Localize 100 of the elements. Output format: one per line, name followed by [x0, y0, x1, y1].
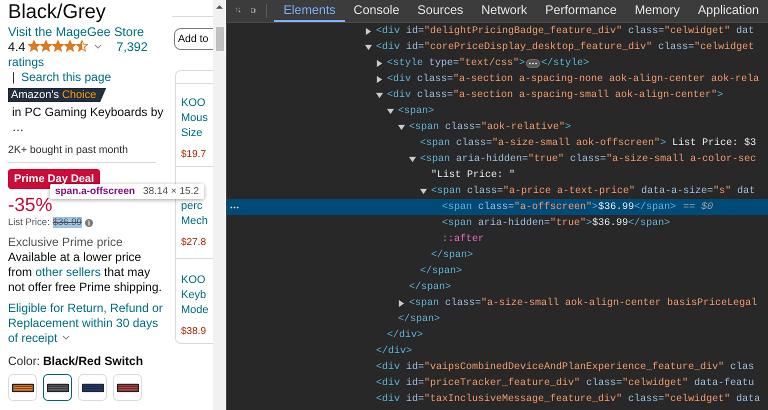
star-icon: [28, 40, 40, 52]
product-price: $38.9: [181, 326, 208, 337]
star-icon: [76, 40, 88, 52]
dom-node-row[interactable]: <div class="a-section a-spacing-none aok-align-center aok-rela: [227, 71, 768, 87]
expand-toggle-icon[interactable]: [409, 156, 416, 162]
tooltip-size: 38.14 × 15.2: [143, 186, 199, 197]
dom-node-row[interactable]: <div class="a-section a-spacing-small aok-align-center">: [227, 87, 768, 103]
dom-node-row[interactable]: <div id="taxInclusiveMessage_feature_div" class="celwidget" data: [227, 391, 768, 407]
devtools-tab[interactable]: Performance: [536, 0, 626, 22]
returns-link[interactable]: Eligible for Return, Refund or Replacement within 30 days of receipt: [8, 301, 166, 346]
purchase-count: 2K+ bought in past month: [8, 144, 129, 157]
devtools-tab[interactable]: Network: [472, 0, 536, 22]
other-sellers-link[interactable]: other sellers: [35, 265, 101, 279]
expand-toggle-icon[interactable]: [365, 28, 372, 34]
list-price-label: List Price:: [8, 217, 50, 228]
product-name-text[interactable]: Keyb: [181, 288, 213, 303]
variant-swatch[interactable]: [43, 374, 72, 401]
devtools-tab[interactable]: Memory: [626, 0, 689, 22]
devtools-tab[interactable]: Sources: [408, 0, 472, 22]
expand-toggle-icon[interactable]: [420, 188, 427, 194]
ratings-link[interactable]: ratings: [8, 55, 44, 70]
code-text: </span>: [398, 314, 440, 324]
dom-node-row[interactable]: <span class="a-size-small aok-offscreen"> List Price: $3: [227, 135, 768, 151]
badge-highlight: Choice: [62, 89, 96, 101]
code-text: <div id="vaipsCombinedDeviceAndPlanExperience_feature_div" clas: [376, 362, 754, 372]
expand-toggle-icon[interactable]: [365, 44, 372, 50]
search-page-link[interactable]: Search this page: [21, 70, 112, 84]
console-reference: == $0: [683, 202, 714, 212]
product-name-text[interactable]: Mode: [181, 303, 213, 318]
scroll-up-icon[interactable]: [216, 4, 223, 9]
color-label: Color:: [8, 354, 40, 368]
product-name-text[interactable]: Mous: [181, 111, 213, 126]
dom-node-row[interactable]: <div id="corePriceDisplay_desktop_feature_div" class="celwidget: [227, 39, 768, 55]
code-text: ::after: [442, 234, 484, 244]
dom-node-row[interactable]: <div id="vaipsCombinedDeviceAndPlanExperience_feature_div" clas: [227, 359, 768, 375]
ratings-count-link[interactable]: 7,392: [116, 40, 148, 54]
product-name-text[interactable]: Mech: [181, 214, 213, 229]
code-text: <div class="a-section a-spacing-none aok-align-center aok-rela: [387, 74, 760, 84]
code-text: </style>: [541, 58, 590, 68]
code-text: </div>: [376, 346, 412, 356]
dom-node-row[interactable]: <span>: [227, 103, 768, 119]
star-rating[interactable]: [28, 40, 88, 52]
keyboard-drawing: [80, 381, 104, 394]
rating-value: 4.4: [8, 40, 26, 54]
code-text: </span>: [420, 266, 462, 276]
product-price: $19.7: [181, 149, 208, 160]
discount-percent: -35%: [8, 195, 54, 217]
code-text: <span class="a-size-small aok-offscreen"> List Price: $3: [420, 138, 756, 148]
caret-icon[interactable]: [62, 335, 70, 340]
scrollbar-thumb[interactable]: [216, 27, 224, 51]
product-name-text[interactable]: KOO: [181, 96, 213, 111]
product-price: $27.8: [181, 237, 208, 248]
dom-node-row[interactable]: <span aria-hidden="true" class="a-size-small a-color-sec: [227, 151, 768, 167]
expand-toggle-icon[interactable]: [398, 124, 405, 130]
dom-node-row[interactable]: <span class="a-size-small aok-align-center basisPriceLegal: [227, 295, 768, 311]
scrollbar[interactable]: [213, 0, 226, 410]
dom-node-row[interactable]: <div id="priceTracker_feature_div" class="celwidget" data-featu: [227, 375, 768, 391]
choice-category[interactable]: in PC Gaming Keyboards by …: [12, 105, 166, 135]
dom-node-row[interactable]: <span class="aok-relative">: [227, 119, 768, 135]
star-icon: [52, 40, 64, 52]
code-text: </div>: [387, 330, 424, 340]
add-to-cart-button[interactable]: Add to: [174, 28, 213, 50]
product-name-text[interactable]: Size: [181, 126, 213, 141]
separator-text: |: [12, 70, 16, 84]
caret-icon[interactable]: [94, 44, 102, 50]
devtools-tab[interactable]: Console: [344, 0, 408, 22]
expand-toggle-icon[interactable]: [376, 60, 383, 66]
code-text: <span aria-hidden="true" class="a-size-small a-color-sec: [420, 154, 756, 164]
dom-node-row[interactable]: <span class="a-offscreen">$36.99</span> == $0: [227, 199, 768, 215]
code-text: </span>: [409, 282, 452, 292]
code-text: <span class="a-price a-text-price" data-a-size="s" dat: [431, 186, 756, 196]
code-text: <div id="delightPricingBadge_feature_div" class="celwidget" dat: [376, 26, 754, 36]
code-text: <div id="priceTracker_feature_div" class="celwidget" data-featu: [376, 378, 754, 388]
dom-node-row[interactable]: <style type="text/css"> </style>: [227, 55, 768, 71]
collapsed-content-icon[interactable]: [526, 58, 540, 68]
dom-node-row[interactable]: <span class="a-price a-text-price" data-a-size="s" dat: [227, 183, 768, 199]
code-text: </span>: [431, 250, 474, 260]
expand-toggle-icon[interactable]: [398, 300, 405, 306]
code-text: <span>: [398, 106, 434, 116]
product-title: Black/Grey: [8, 0, 107, 24]
color-value: Black/Red Switch: [43, 354, 144, 368]
more-actions-icon[interactable]: [230, 206, 239, 209]
code-text: "List Price: ": [431, 170, 516, 180]
product-name-text[interactable]: KOO: [181, 273, 213, 288]
code-text: <span class="aok-relative">: [409, 122, 572, 132]
product-name-text[interactable]: perc: [181, 199, 213, 214]
devtools-tab[interactable]: Application: [688, 0, 768, 22]
store-link[interactable]: Visit the MageGee Store: [8, 25, 166, 40]
star-icon: [40, 40, 52, 52]
expand-toggle-icon[interactable]: [376, 92, 383, 98]
expand-toggle-icon[interactable]: [376, 76, 383, 82]
list-price: $36.99: [52, 217, 82, 228]
dom-node-row[interactable]: "List Price: ": [227, 167, 768, 183]
expand-toggle-icon[interactable]: [387, 108, 394, 114]
dom-node-row[interactable]: <span aria-hidden="true">$36.99</span>: [227, 215, 768, 231]
code-text: <span class="a-size-small aok-align-center basisPriceLegal: [409, 298, 758, 308]
dom-node-row[interactable]: ::after: [227, 231, 768, 247]
dom-node-row[interactable]: <div id="delightPricingBadge_feature_div" class="celwidget" dat: [227, 23, 768, 39]
devtools-tab[interactable]: Elements: [274, 0, 345, 22]
info-icon[interactable]: [84, 218, 93, 226]
